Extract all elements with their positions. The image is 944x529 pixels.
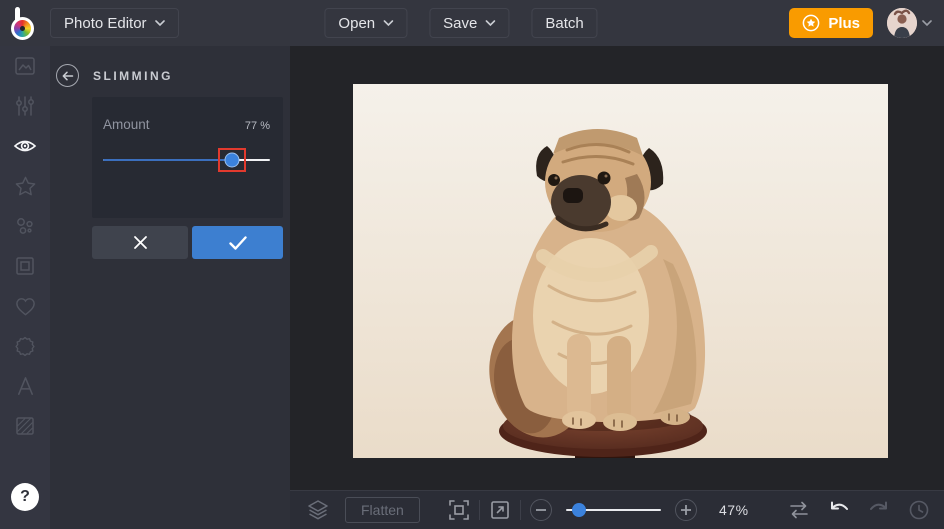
back-button[interactable] [56, 64, 79, 87]
redo-icon[interactable] [868, 500, 890, 520]
star-circle-icon [802, 14, 820, 32]
sidebar-item-frames[interactable] [0, 246, 50, 286]
close-icon [133, 236, 147, 249]
avatar [887, 8, 917, 38]
sliders-icon [16, 96, 34, 116]
cancel-button[interactable] [92, 226, 189, 259]
slimming-panel: SLIMMING Amount 77 % [50, 46, 290, 529]
zoom-slider-handle[interactable] [572, 503, 587, 517]
chevron-down-icon [922, 19, 932, 26]
open-button[interactable]: Open [324, 8, 408, 38]
sidebar-item-graphics[interactable] [0, 286, 50, 326]
image-icon [15, 57, 35, 75]
texture-icon [16, 417, 34, 435]
batch-button[interactable]: Batch [531, 8, 598, 38]
slider-fill [103, 159, 232, 161]
batch-label: Batch [545, 14, 584, 32]
separator [479, 500, 480, 520]
amount-slider[interactable] [103, 148, 270, 172]
top-bar-right: Plus [789, 8, 932, 38]
history-clock-icon[interactable] [908, 499, 930, 521]
help-button[interactable]: ? [11, 483, 39, 511]
panel-header: SLIMMING [50, 46, 290, 99]
layers-group: Flatten [306, 491, 420, 529]
zoom-percentage: 47% [719, 502, 749, 518]
open-label: Open [338, 14, 376, 32]
workspace [290, 46, 944, 490]
badge-icon [15, 336, 35, 357]
amount-label: Amount [103, 117, 150, 132]
history-controls [788, 491, 930, 529]
photo-canvas[interactable] [353, 84, 888, 458]
sidebar-item-text[interactable] [0, 366, 50, 406]
undo-icon[interactable] [828, 500, 850, 520]
chevron-down-icon [154, 19, 165, 26]
bubbles-icon [17, 218, 33, 234]
befunky-logo[interactable] [10, 6, 40, 40]
compare-icon[interactable] [788, 500, 810, 520]
plus-upgrade-button[interactable]: Plus [789, 8, 873, 38]
zoom-out-button[interactable] [530, 499, 552, 521]
amount-row: Amount 77 % [103, 117, 270, 132]
layers-icon[interactable] [306, 499, 330, 521]
confirm-buttons [92, 226, 283, 259]
app-menu-label: Photo Editor [64, 14, 147, 32]
chevron-down-icon [383, 19, 393, 26]
file-actions: Open Save Batch [324, 8, 598, 38]
sidebar-item-overlays[interactable] [0, 326, 50, 366]
sidebar-item-edit[interactable] [0, 46, 50, 86]
account-menu[interactable] [887, 8, 932, 38]
slider-handle[interactable] [224, 152, 240, 168]
zoom-slider[interactable] [566, 502, 661, 518]
save-label: Save [443, 14, 478, 32]
eye-icon [13, 140, 37, 152]
sidebar-item-artsy[interactable] [0, 206, 50, 246]
plus-label: Plus [828, 14, 860, 32]
pug-photo [353, 84, 888, 458]
photo-editor-app: Photo Editor Open Save Batch Plus ? SLIM… [0, 0, 944, 529]
separator [520, 500, 521, 520]
amount-value: 77 % [244, 120, 270, 132]
sidebar-item-adjust[interactable] [0, 86, 50, 126]
sidebar-item-textures[interactable] [0, 406, 50, 446]
flatten-button[interactable]: Flatten [345, 497, 420, 523]
letter-a-icon [17, 376, 33, 395]
apply-button[interactable] [192, 226, 283, 259]
logo-color-wheel-icon [11, 17, 34, 40]
tool-rail: ? [0, 46, 50, 529]
sidebar-item-touch-up[interactable] [0, 126, 50, 166]
arrow-left-icon [62, 71, 73, 80]
chevron-down-icon [485, 19, 496, 26]
star-icon [15, 176, 35, 195]
top-bar: Photo Editor Open Save Batch Plus [0, 0, 944, 46]
checkmark-icon [228, 235, 247, 250]
zoom-controls: 47% [448, 491, 749, 529]
fullscreen-preview-icon[interactable] [489, 499, 511, 521]
help-label: ? [20, 488, 30, 505]
frame-icon [16, 257, 34, 275]
zoom-in-button[interactable] [675, 499, 697, 521]
heart-icon [15, 297, 35, 316]
panel-title: SLIMMING [93, 68, 173, 83]
bottom-bar: Flatten 47% [290, 490, 944, 529]
fit-to-screen-icon[interactable] [448, 499, 470, 521]
amount-card: Amount 77 % [92, 97, 283, 218]
save-button[interactable]: Save [429, 8, 510, 38]
app-menu-button[interactable]: Photo Editor [50, 8, 179, 38]
sidebar-item-effects[interactable] [0, 166, 50, 206]
